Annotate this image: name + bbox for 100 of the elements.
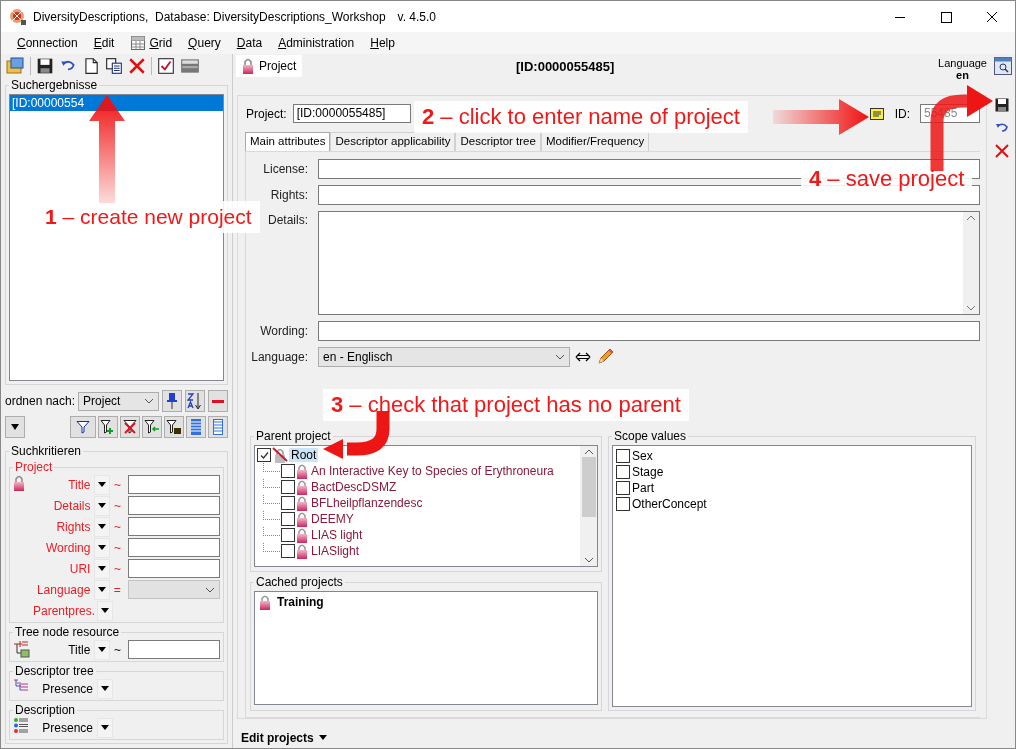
panels-icon[interactable]	[5, 57, 25, 75]
add-filter-icon	[100, 419, 116, 435]
checkbox[interactable]	[616, 465, 630, 479]
lock-icon	[296, 495, 308, 511]
checkbox[interactable]	[616, 481, 630, 495]
menu-item[interactable]: Grid	[122, 33, 181, 53]
edit-name-icon[interactable]	[868, 105, 885, 122]
criterion-label: Wording	[44, 540, 92, 555]
swap-icon[interactable]	[575, 351, 591, 363]
app-logo-icon	[9, 7, 27, 26]
sort-dropdown[interactable]: Project	[78, 391, 159, 411]
language-value: en	[956, 69, 969, 81]
add-filter-button[interactable]	[98, 416, 118, 438]
window-title: DiversityDescriptions, Database: DiversityDescriptions_Workshop	[33, 9, 386, 24]
project-field[interactable]: [ID:0000055485]	[292, 104, 411, 123]
delete-icon[interactable]	[128, 57, 146, 75]
tree-item[interactable]: An Interactive Key to Species of Erythroneura	[309, 464, 556, 478]
criterion-dropdown[interactable]	[94, 558, 110, 579]
scrollbar[interactable]	[580, 446, 597, 566]
triangle-down-icon	[98, 566, 107, 571]
operator-label: ~	[112, 477, 122, 492]
criterion-input[interactable]	[128, 640, 220, 659]
menu-item[interactable]: Edit	[85, 33, 123, 53]
tree-item[interactable]: BactDescDSMZ	[309, 480, 399, 494]
save-icon[interactable]	[994, 97, 1010, 113]
criterion-dropdown[interactable]	[94, 495, 110, 516]
checkbox[interactable]	[281, 496, 295, 510]
criterion-input[interactable]	[128, 559, 220, 578]
list-icon	[212, 418, 224, 436]
criterion-dropdown[interactable]	[97, 717, 113, 738]
expand-button[interactable]	[5, 416, 25, 438]
criterion-dropdown[interactable]	[94, 639, 110, 660]
checkbox[interactable]	[281, 480, 295, 494]
criterion-dropdown[interactable]	[97, 678, 113, 699]
new-document-icon[interactable]	[82, 57, 100, 75]
tree-item[interactable]: LIASlight	[309, 544, 362, 558]
list-button[interactable]	[186, 416, 206, 438]
criterion-label: URI	[68, 561, 92, 576]
tree-item[interactable]: BFLheilpflanzendesc	[309, 496, 425, 510]
criterion-dropdown[interactable]	[97, 600, 113, 621]
group-title: Suchkritieren	[10, 444, 83, 458]
cached-item[interactable]: Training	[277, 595, 324, 609]
scope-item[interactable]: Stage	[632, 465, 664, 479]
tab[interactable]: Descriptor applicability	[330, 132, 456, 151]
menu-item[interactable]: Query	[180, 33, 229, 53]
checkbox-icon[interactable]	[157, 57, 175, 75]
result-item[interactable]: [ID:00000554	[10, 95, 223, 111]
tree-item[interactable]: DEEMY	[309, 512, 356, 526]
tree-item[interactable]: LIAS light	[309, 528, 365, 542]
scope-item[interactable]: Sex	[632, 449, 653, 463]
menu-item[interactable]: Data	[228, 33, 271, 53]
checkbox[interactable]	[281, 528, 295, 542]
checkbox[interactable]	[281, 544, 295, 558]
clear-filter-button[interactable]	[120, 416, 140, 438]
scope-item[interactable]: OtherConcept	[632, 497, 707, 511]
scope-item[interactable]: Part	[632, 481, 654, 495]
grid-icon	[130, 35, 147, 51]
list-button[interactable]	[208, 416, 228, 438]
scrollbar[interactable]	[963, 212, 979, 314]
filter-save-button[interactable]	[164, 416, 184, 438]
language-dropdown[interactable]: en - Englisch	[318, 347, 570, 367]
triangle-down-icon	[98, 545, 107, 550]
lock-icon	[296, 527, 308, 543]
text-field[interactable]	[318, 321, 980, 341]
pencil-icon[interactable]	[596, 348, 614, 366]
menu-item[interactable]: Administration	[270, 33, 363, 53]
pin-button[interactable]	[162, 390, 182, 412]
project-tab[interactable]: Project	[236, 55, 303, 77]
criterion-input[interactable]	[128, 496, 220, 515]
tree-item[interactable]: Root	[289, 448, 319, 462]
remove-button[interactable]	[208, 390, 228, 412]
checkbox[interactable]	[616, 497, 630, 511]
group-title: Cached projects	[255, 575, 344, 589]
lock-icon	[259, 594, 271, 610]
window-search-icon[interactable]	[993, 56, 1013, 76]
filter-button[interactable]	[70, 416, 96, 438]
save-icon[interactable]	[36, 57, 54, 75]
menu-item[interactable]: Connection	[9, 33, 86, 53]
text-area[interactable]	[318, 211, 980, 315]
copy-icon[interactable]	[105, 57, 123, 75]
delete-icon[interactable]	[994, 143, 1010, 159]
checkbox[interactable]	[281, 512, 295, 526]
tab[interactable]: Main attributes	[245, 132, 331, 151]
criterion-input[interactable]	[128, 517, 220, 536]
criterion-input[interactable]	[128, 475, 220, 494]
criterion-input[interactable]	[128, 538, 220, 557]
criterion-dropdown[interactable]	[94, 579, 110, 600]
pin-icon	[166, 392, 178, 410]
checkbox[interactable]	[616, 449, 630, 463]
menu-item[interactable]: Help	[362, 33, 403, 53]
edit-projects-menu[interactable]: Edit projects	[241, 730, 314, 745]
sort-button[interactable]	[185, 390, 205, 412]
criterion-dropdown[interactable]	[94, 537, 110, 558]
filter-import-button[interactable]	[142, 416, 162, 438]
tray-icon[interactable]	[180, 57, 200, 75]
criterion-dropdown[interactable]	[94, 474, 110, 495]
checkbox[interactable]	[281, 464, 295, 478]
checkbox[interactable]	[257, 448, 271, 462]
criterion-dropdown[interactable]	[94, 516, 110, 537]
caret-icon[interactable]	[318, 735, 327, 740]
